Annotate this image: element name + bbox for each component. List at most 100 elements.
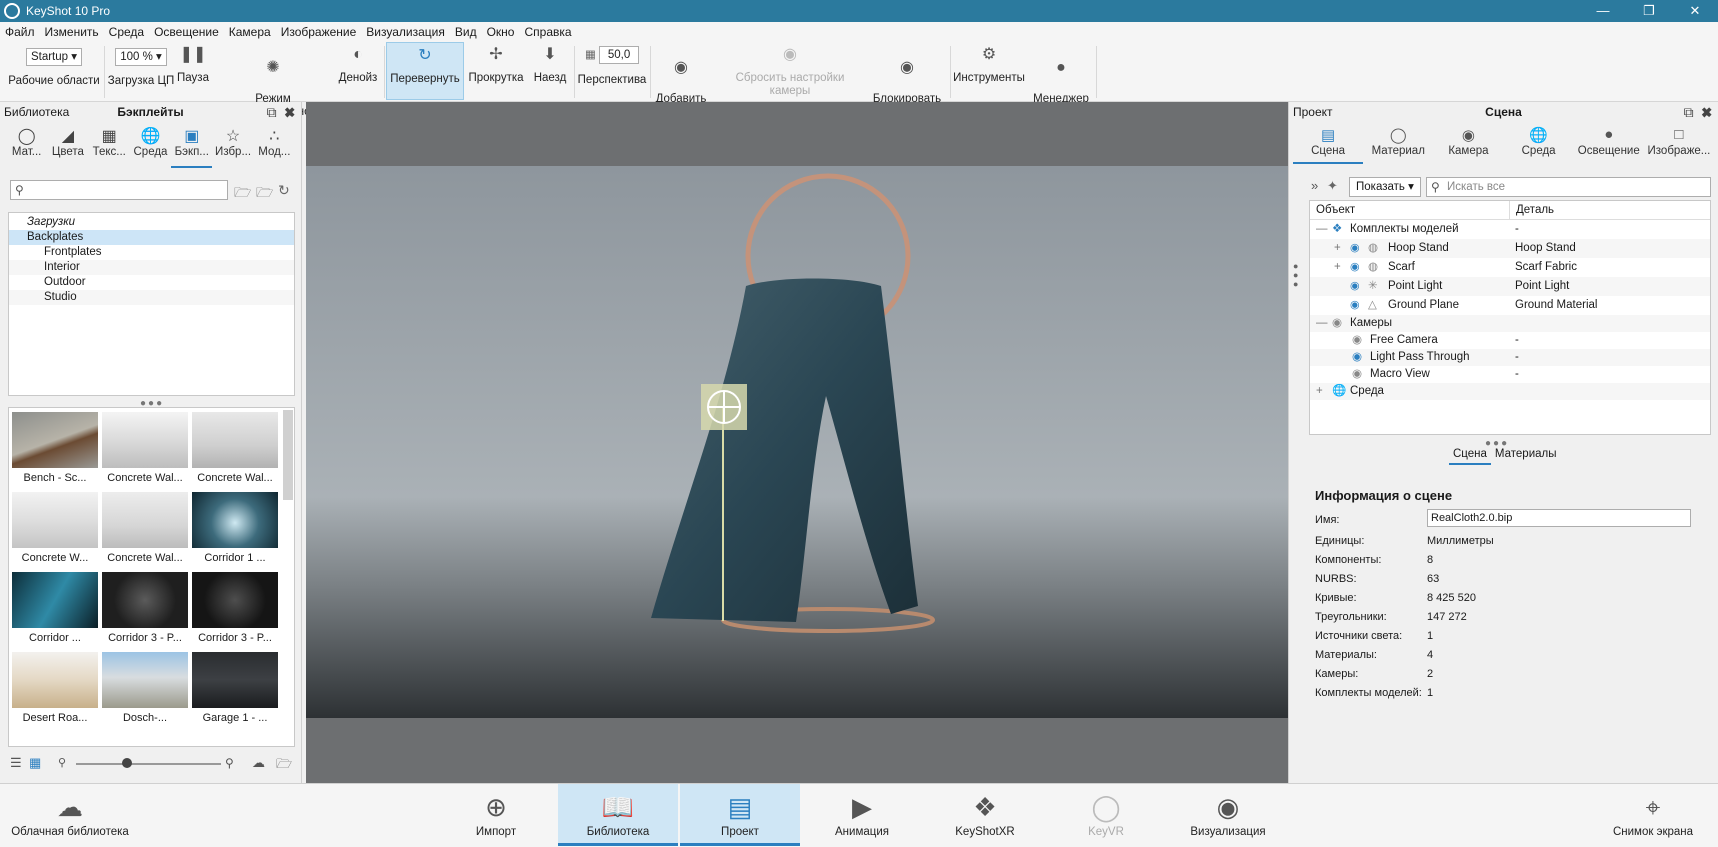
reset-camera-button[interactable]: ◉ Сбросить настройки камеры	[714, 42, 866, 100]
cpu-dropdown[interactable]: 100 % ▾	[115, 48, 167, 66]
menu-edit[interactable]: Изменить	[40, 25, 104, 39]
light-manager-button[interactable]: ● Менеджер света	[1028, 42, 1094, 118]
thumb-item[interactable]: Corridor ...	[12, 572, 98, 644]
tree-item-downloads[interactable]: Загрузки	[9, 215, 294, 230]
project-button[interactable]: ▤ Проект	[680, 784, 800, 846]
thumb-item[interactable]: Corridor 1 ...	[192, 492, 278, 564]
expand-icon[interactable]: +	[1316, 383, 1323, 400]
keyvr-button[interactable]: ◯ KeyVR	[1084, 784, 1128, 846]
expand-chevrons-icon[interactable]: »	[1311, 178, 1318, 193]
column-object[interactable]: Объект	[1310, 201, 1510, 219]
eye-icon[interactable]: ◉	[1350, 296, 1360, 315]
dolly-button[interactable]: ⬇ Наезд	[528, 42, 572, 100]
folder-remove-icon[interactable]: 🗁	[256, 182, 273, 206]
menu-view[interactable]: Вид	[450, 25, 482, 39]
tab-environment[interactable]: 🌐 Среда	[1504, 124, 1574, 164]
tree-item-frontplates[interactable]: Frontplates	[9, 245, 294, 260]
thumb-item[interactable]: Concrete Wal...	[102, 492, 188, 564]
pan-button[interactable]: ✢ Прокрутка	[466, 42, 526, 100]
maximize-icon[interactable]: ❐	[1626, 0, 1672, 22]
menu-environment[interactable]: Среда	[104, 25, 149, 39]
thumb-item[interactable]: Concrete Wal...	[102, 412, 188, 484]
library-button[interactable]: 📖 Библиотека	[558, 784, 678, 846]
expand-icon[interactable]: +	[1334, 258, 1341, 277]
menu-camera[interactable]: Камера	[224, 25, 276, 39]
minimize-icon[interactable]: —	[1580, 0, 1626, 22]
subtab-scene[interactable]: Сцена	[1449, 448, 1491, 465]
tab-lighting[interactable]: ● Освещение	[1574, 124, 1644, 164]
workspace-dropdown[interactable]: Startup ▾	[25, 48, 83, 66]
eye-icon[interactable]: ◉	[1350, 277, 1360, 296]
tools-button[interactable]: ⚙ Инструменты	[952, 42, 1026, 100]
table-row[interactable]: ◉ Light Pass Through -	[1310, 349, 1710, 366]
render-button[interactable]: ◉ Визуализация	[1188, 784, 1268, 846]
tab-backplates[interactable]: ▣ Бэкп...	[171, 122, 213, 168]
thumb-item[interactable]: Garage 1 - ...	[192, 652, 278, 724]
tab-scene[interactable]: ▤ Сцена	[1293, 124, 1364, 164]
tab-models[interactable]: ∴ Мод...	[254, 122, 295, 168]
thumb-item[interactable]: Concrete W...	[12, 492, 98, 564]
table-row[interactable]: ◉ ✳ Point Light Point Light	[1310, 277, 1710, 296]
tab-material[interactable]: ◯ Материал	[1363, 124, 1433, 164]
eye-icon[interactable]: ◉	[1350, 258, 1360, 277]
thumb-item[interactable]: Concrete Wal...	[192, 412, 278, 484]
table-row[interactable]: ◉ Macro View -	[1310, 366, 1710, 383]
tab-favorites[interactable]: ☆ Избр...	[212, 122, 253, 168]
expand-icon[interactable]: +	[1334, 239, 1341, 258]
scene-name-input[interactable]: RealCloth2.0.bip	[1427, 509, 1691, 527]
animation-button[interactable]: ▶ Анимация	[830, 784, 894, 846]
tree-item-backplates[interactable]: Backplates	[9, 230, 294, 245]
tab-image[interactable]: □ Изображе...	[1644, 124, 1714, 164]
undock-icon[interactable]: ⧉	[1684, 104, 1694, 120]
column-detail[interactable]: Деталь	[1510, 201, 1554, 219]
table-row[interactable]: + 🌐 Среда	[1310, 383, 1710, 400]
tree-item-interior[interactable]: Interior	[9, 260, 294, 275]
grid-view-icon[interactable]: ▦	[29, 755, 41, 771]
tab-environments[interactable]: 🌐 Среда	[130, 122, 171, 168]
add-camera-button[interactable]: ◉ Добавить камеру	[652, 42, 710, 118]
flip-button[interactable]: ↻ Перевернуть	[386, 42, 464, 100]
panel-close-icon[interactable]: ✖	[1701, 104, 1712, 120]
menu-window[interactable]: Окно	[482, 25, 520, 39]
tab-colors[interactable]: ◢ Цвета	[47, 122, 88, 168]
render-viewport[interactable]	[306, 102, 1288, 783]
menu-render[interactable]: Визуализация	[361, 25, 450, 39]
folder-add-icon[interactable]: 🗁	[234, 182, 251, 206]
panel-close-icon[interactable]: ✖	[284, 104, 295, 120]
thumbs-scrollbar[interactable]	[283, 410, 293, 500]
pause-button[interactable]: ❚❚ Пауза	[176, 42, 210, 100]
cloud-library-button[interactable]: ☁ Облачная библиотека	[8, 784, 132, 846]
scene-search-input[interactable]: ⚲ Искать все	[1426, 177, 1711, 197]
add-object-icon[interactable]: ✦	[1327, 178, 1338, 194]
screenshot-button[interactable]: ⌖ Снимок экрана	[1608, 784, 1698, 846]
tab-camera[interactable]: ◉ Камера	[1433, 124, 1503, 164]
tab-textures[interactable]: ▦ Текс...	[89, 122, 130, 168]
thumb-item[interactable]: Bench - Sc...	[12, 412, 98, 484]
table-row[interactable]: ◉ △ Ground Plane Ground Material	[1310, 296, 1710, 315]
menu-lighting[interactable]: Освещение	[149, 25, 224, 39]
thumb-item[interactable]: Desert Roa...	[12, 652, 98, 724]
table-row[interactable]: — ◉ Камеры	[1310, 315, 1710, 332]
cloud-upload-icon[interactable]: ☁	[252, 755, 265, 771]
library-search-input[interactable]: ⚲	[10, 180, 228, 200]
menu-file[interactable]: Файл	[0, 25, 40, 39]
thumb-size-slider[interactable]	[76, 763, 221, 765]
thumb-item[interactable]: Dosch-...	[102, 652, 188, 724]
keyshotxr-button[interactable]: ❖ KeyShotXR	[950, 784, 1020, 846]
perspective-input[interactable]: 50,0	[599, 46, 640, 64]
folder-icon[interactable]: 🗁	[276, 755, 292, 777]
menu-image[interactable]: Изображение	[276, 25, 362, 39]
eye-icon[interactable]: ◉	[1350, 239, 1360, 258]
side-handle[interactable]: ● ● ●	[1293, 262, 1298, 289]
menu-help[interactable]: Справка	[519, 25, 576, 39]
tree-item-studio[interactable]: Studio	[9, 290, 294, 305]
import-button[interactable]: ⊕ Импорт	[466, 784, 526, 846]
table-row[interactable]: + ◉ ◍ Hoop Stand Hoop Stand	[1310, 239, 1710, 258]
tab-materials[interactable]: ◯ Мат...	[6, 122, 47, 168]
table-row[interactable]: + ◉ ◍ Scarf Scarf Fabric	[1310, 258, 1710, 277]
subtab-materials[interactable]: Материалы	[1491, 448, 1561, 465]
table-row[interactable]: — ❖ Комплекты моделей -	[1310, 220, 1710, 239]
refresh-library-icon[interactable]: ↻	[278, 182, 290, 199]
thumb-item[interactable]: Corridor 3 - P...	[192, 572, 278, 644]
table-row[interactable]: ◉ Free Camera -	[1310, 332, 1710, 349]
